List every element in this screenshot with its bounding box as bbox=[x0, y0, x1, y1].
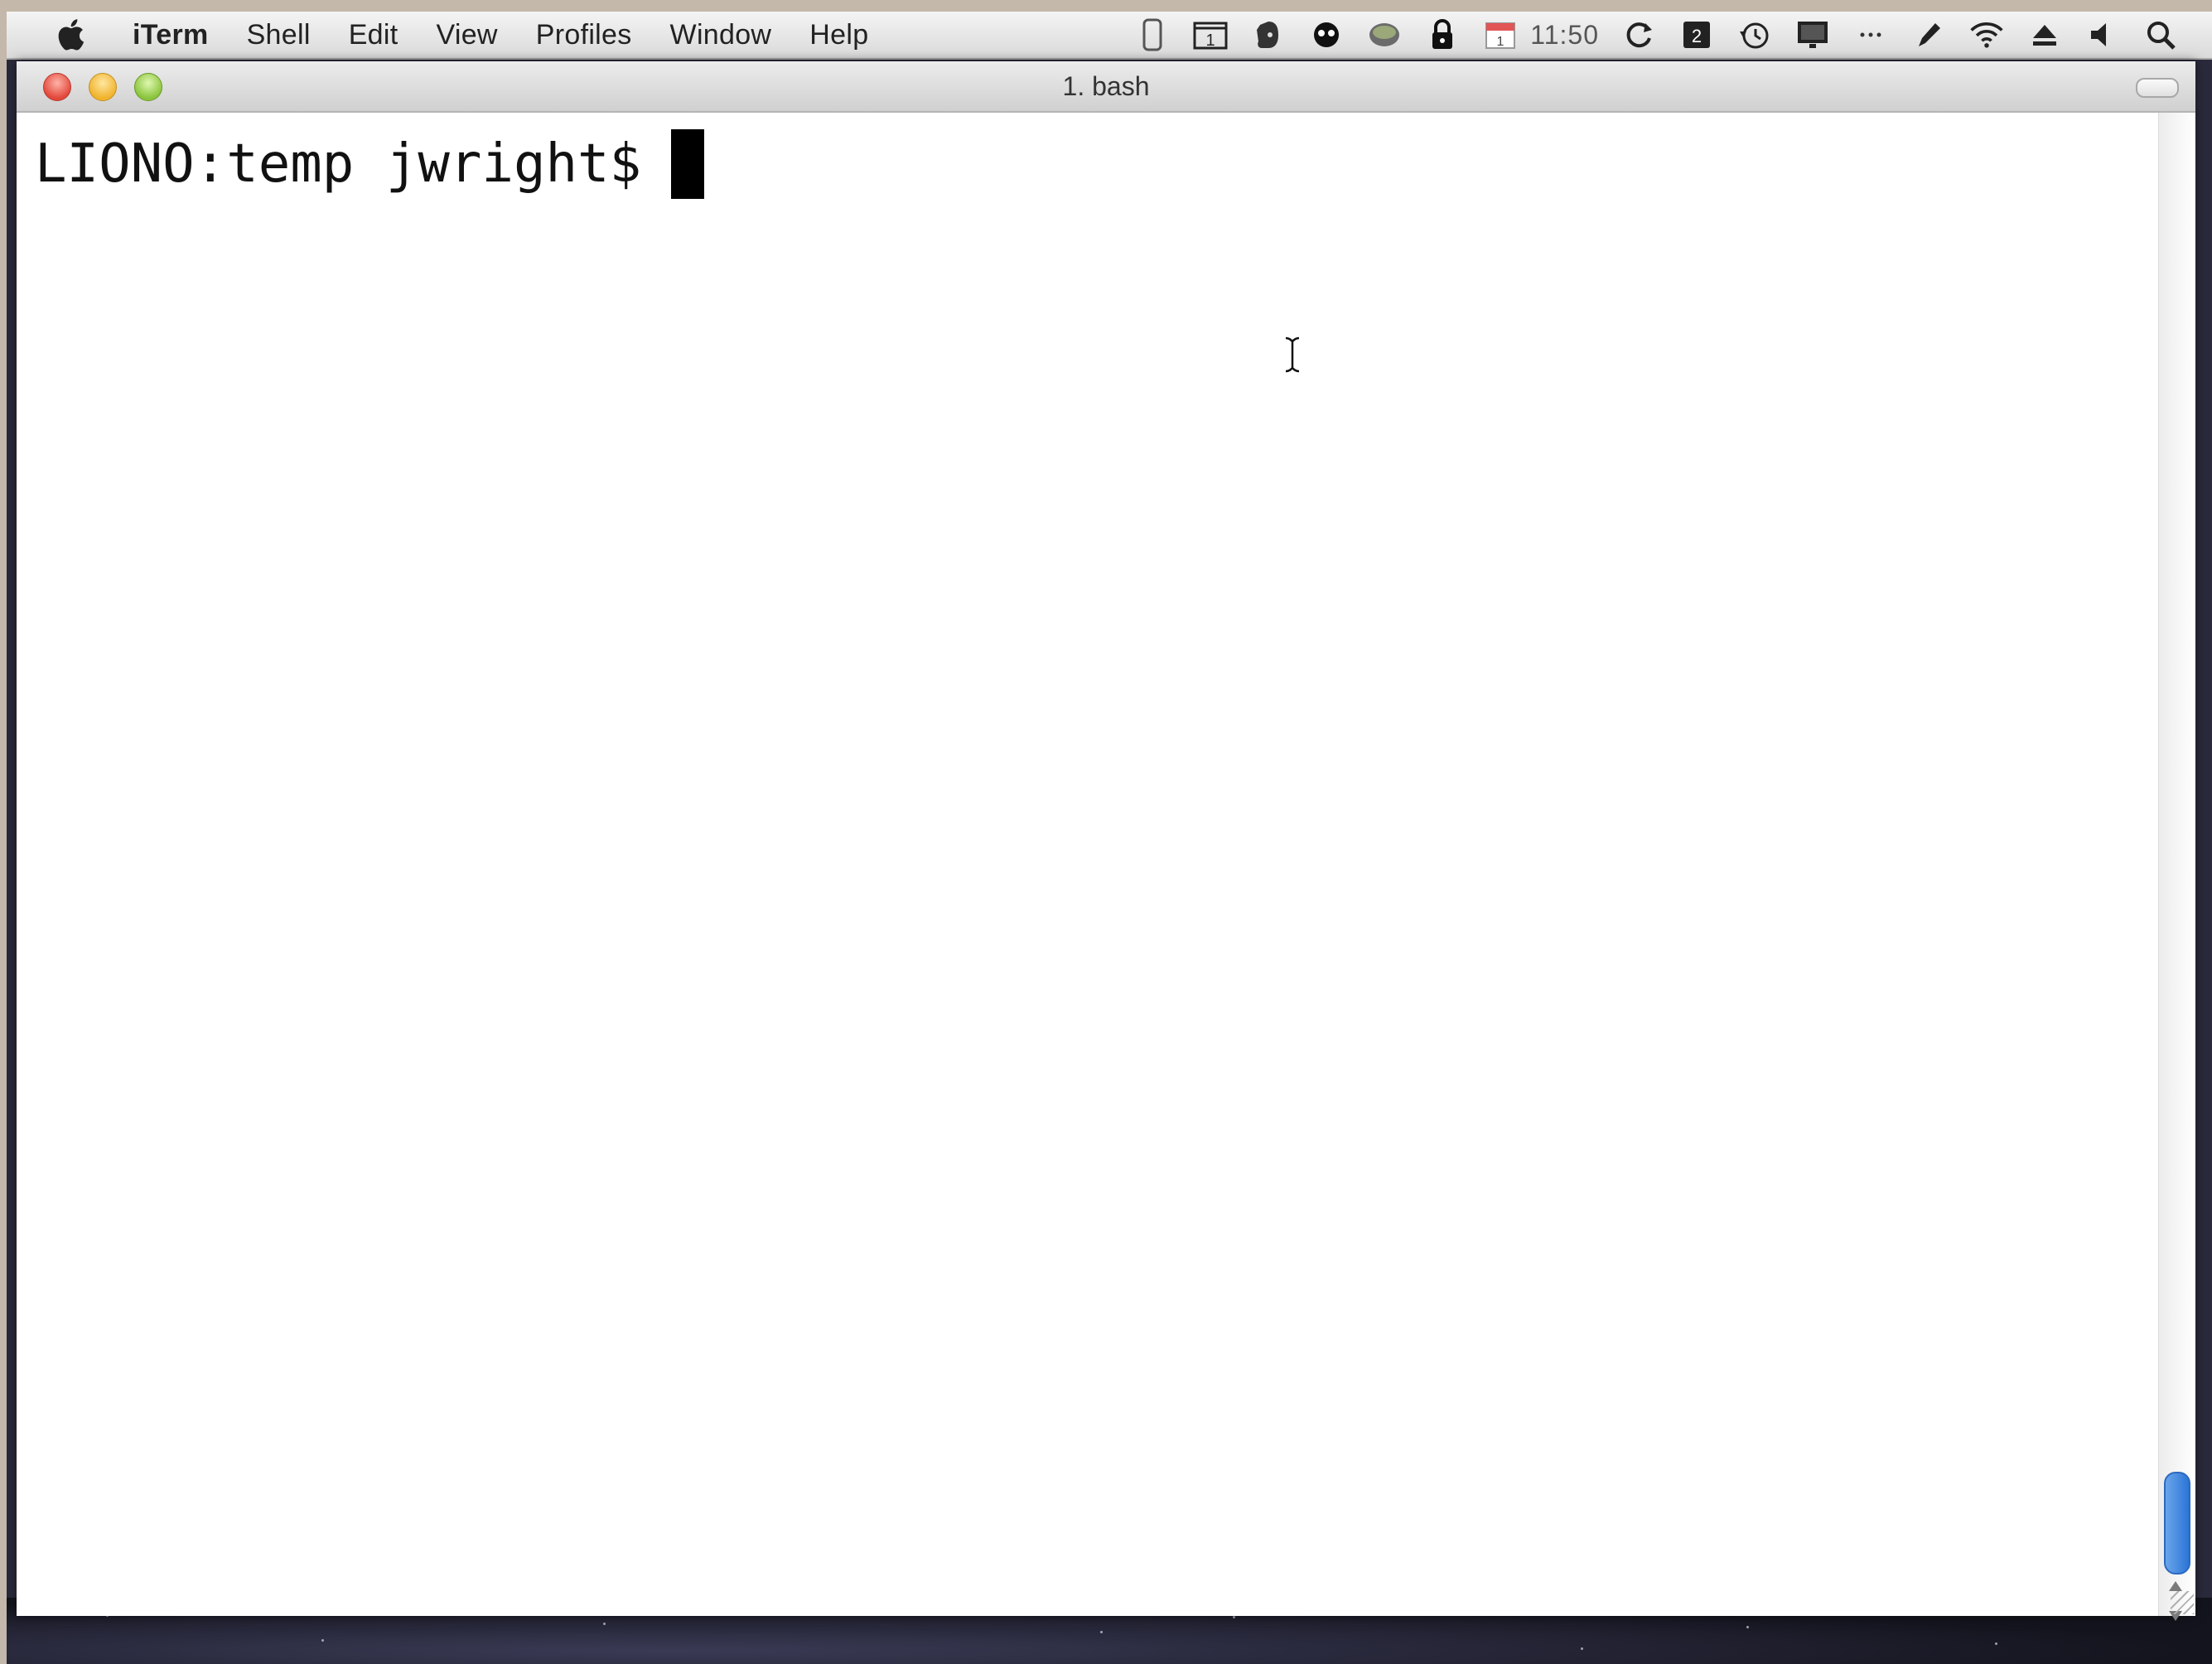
app-eye-icon[interactable] bbox=[1308, 17, 1345, 53]
screen-bezel: iTerm Shell Edit View Profiles Window He… bbox=[0, 0, 2212, 1664]
time-machine-icon[interactable] bbox=[1736, 17, 1773, 53]
terminal-prompt-line: LIONO:temp jwright$ bbox=[35, 129, 705, 199]
terminal-area[interactable]: LIONO:temp jwright$ bbox=[17, 113, 2159, 1616]
shell-prompt: LIONO:temp jwright$ bbox=[35, 133, 642, 195]
lock-icon[interactable] bbox=[1424, 17, 1461, 53]
pen-icon[interactable] bbox=[1910, 17, 1947, 53]
ical-icon[interactable]: 1 bbox=[1482, 17, 1519, 53]
toolbar-toggle-button[interactable] bbox=[2136, 78, 2179, 98]
phone-icon[interactable] bbox=[1134, 17, 1171, 53]
menu-clock[interactable]: 11:50 bbox=[1530, 20, 1599, 51]
spotlight-search-icon[interactable] bbox=[2142, 17, 2179, 53]
iterm-window: 1. bash LIONO:temp jwright$ bbox=[17, 61, 2195, 1621]
wifi-icon[interactable] bbox=[1968, 17, 2005, 53]
keyboard-icon[interactable]: 2 bbox=[1678, 17, 1715, 53]
resize-grip-icon[interactable] bbox=[2171, 1591, 2194, 1614]
text-cursor bbox=[671, 129, 705, 199]
desktop-screen: iTerm Shell Edit View Profiles Window He… bbox=[7, 12, 2212, 1664]
ibeam-cursor-icon bbox=[1285, 336, 1300, 373]
menu-bar: iTerm Shell Edit View Profiles Window He… bbox=[7, 12, 2212, 60]
menu-view[interactable]: View bbox=[436, 19, 497, 51]
dropbox-icon[interactable] bbox=[1366, 17, 1403, 53]
window-title: 1. bash bbox=[1062, 71, 1150, 101]
window-titlebar[interactable]: 1. bash bbox=[17, 61, 2195, 113]
menu-shell[interactable]: Shell bbox=[247, 19, 311, 51]
svg-text:1: 1 bbox=[1206, 31, 1215, 50]
menu-edit[interactable]: Edit bbox=[349, 19, 398, 51]
svg-text:1: 1 bbox=[1497, 35, 1504, 49]
eject-icon[interactable] bbox=[2026, 17, 2063, 53]
display-icon[interactable] bbox=[1794, 17, 1831, 53]
apple-logo-icon[interactable] bbox=[53, 17, 86, 53]
scrollbar-thumb[interactable] bbox=[2164, 1472, 2190, 1575]
menu-app-iterm[interactable]: iTerm bbox=[133, 19, 209, 51]
sync-icon[interactable] bbox=[1620, 17, 1657, 53]
volume-icon[interactable] bbox=[2084, 17, 2121, 53]
scroll-up-arrow-icon[interactable] bbox=[2169, 1581, 2182, 1591]
menu-window[interactable]: Window bbox=[670, 19, 772, 51]
vertical-scrollbar[interactable] bbox=[2158, 113, 2195, 1621]
ellipsis-icon[interactable] bbox=[1852, 17, 1889, 53]
svg-text:2: 2 bbox=[1692, 26, 1702, 46]
status-menu-extras: 1 1 11:50 2 bbox=[1134, 12, 2179, 58]
menu-help[interactable]: Help bbox=[809, 19, 868, 51]
evernote-icon[interactable] bbox=[1250, 17, 1287, 53]
menu-profiles[interactable]: Profiles bbox=[536, 19, 632, 51]
calendar-one-icon[interactable]: 1 bbox=[1192, 17, 1229, 53]
